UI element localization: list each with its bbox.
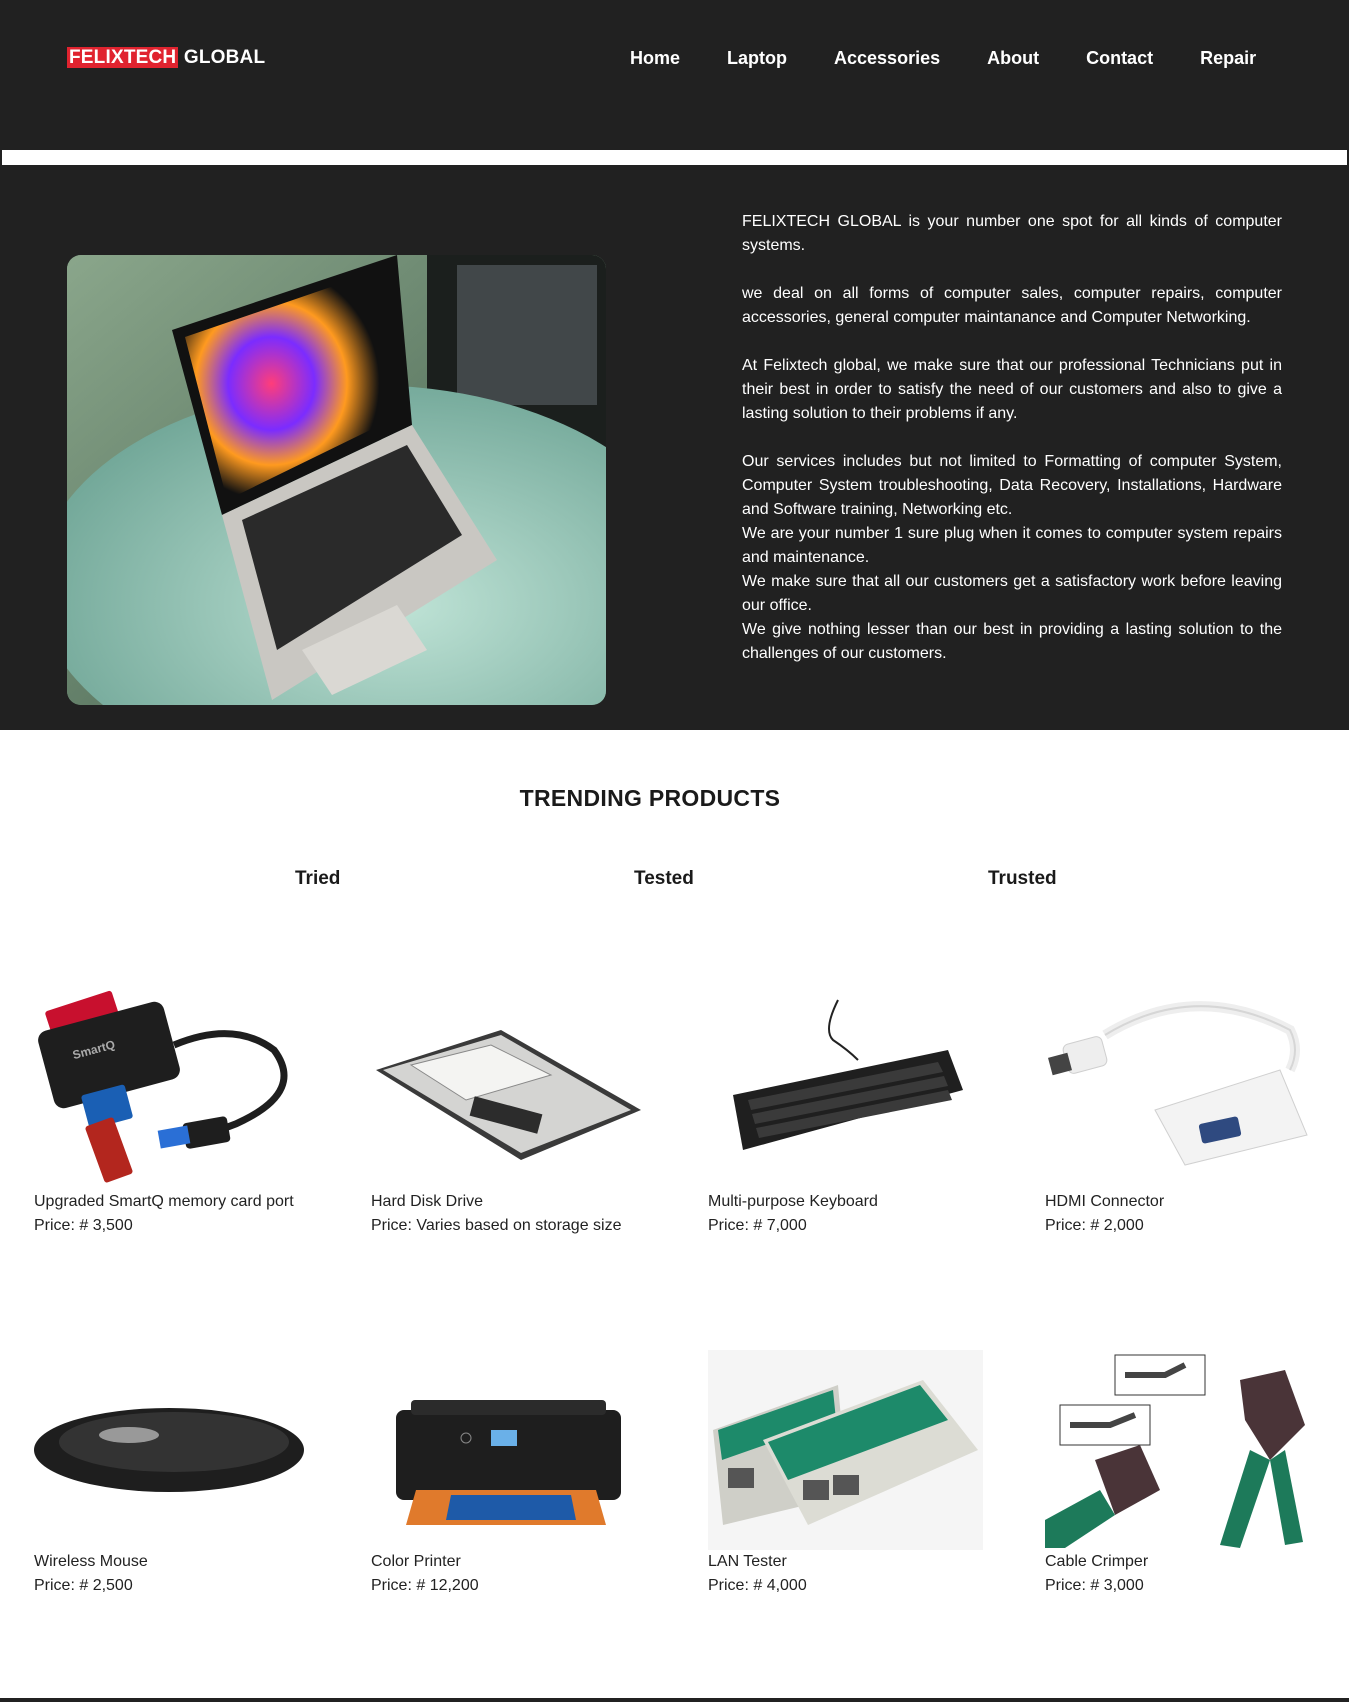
keyboard-icon [708, 990, 983, 1190]
product-card[interactable]: Wireless Mouse Price: # 2,500 [34, 1350, 314, 1598]
about-paragraph: We are your number 1 sure plug when it c… [742, 525, 1282, 566]
product-name: Color Printer [371, 1553, 461, 1570]
product-name: Multi-purpose Keyboard [708, 1193, 878, 1210]
crimper-icon [1045, 1350, 1320, 1550]
product-card[interactable]: LAN Tester Price: # 4,000 [708, 1350, 988, 1598]
product-name: Upgraded SmartQ memory card port [34, 1193, 294, 1210]
mouse-icon [34, 1350, 309, 1550]
tag-trusted: Trusted [988, 868, 1057, 889]
main-nav: Home Laptop Accessories About Contact Re… [630, 48, 1256, 69]
site-header: FELIXTECH GLOBAL Home Laptop Accessories… [0, 0, 1349, 150]
logo-brand: FELIXTECH [67, 47, 179, 68]
header-divider [0, 150, 1349, 165]
product-price: Price: # 3,500 [34, 1217, 133, 1234]
laptop-icon [67, 255, 606, 705]
product-card[interactable]: Multi-purpose Keyboard Price: # 7,000 [708, 990, 988, 1238]
product-card[interactable]: Hard Disk Drive Price: Varies based on s… [371, 990, 651, 1238]
about-paragraph: we deal on all forms of computer sales, … [742, 285, 1282, 326]
product-price: Price: # 12,200 [371, 1577, 479, 1594]
printer-icon [371, 1350, 646, 1550]
lan-tester-icon [708, 1350, 983, 1550]
product-name: HDMI Connector [1045, 1193, 1165, 1210]
nav-laptop[interactable]: Laptop [727, 48, 787, 69]
nav-home[interactable]: Home [630, 48, 680, 69]
nav-about[interactable]: About [987, 48, 1039, 69]
about-paragraph: FELIXTECH GLOBAL is your number one spot… [742, 213, 1282, 254]
product-name: Hard Disk Drive [371, 1193, 484, 1210]
section-title: TRENDING PRODUCTS [519, 785, 781, 811]
about-paragraph: Our services includes but not limited to… [742, 453, 1282, 518]
nav-accessories[interactable]: Accessories [834, 48, 940, 69]
product-card[interactable]: HDMI Connector Price: # 2,000 [1045, 990, 1325, 1238]
product-price: Price: # 2,500 [34, 1577, 133, 1594]
product-card[interactable]: Cable Crimper Price: # 3,000 [1045, 1350, 1325, 1598]
nav-contact[interactable]: Contact [1086, 48, 1153, 69]
nav-repair[interactable]: Repair [1200, 48, 1256, 69]
footer-border [0, 1698, 1349, 1702]
hero-laptop-image [67, 255, 606, 705]
product-price: Price: Varies based on storage size [371, 1217, 622, 1234]
tag-tried: Tried [295, 868, 341, 889]
hdmi-adapter-icon [1045, 990, 1320, 1190]
product-card[interactable]: Color Printer Price: # 12,200 [371, 1350, 651, 1598]
about-paragraph: We make sure that all our customers get … [742, 573, 1282, 614]
tag-tested: Tested [634, 868, 694, 889]
product-name: Cable Crimper [1045, 1553, 1149, 1570]
product-name: LAN Tester [708, 1553, 787, 1570]
about-paragraph: At Felixtech global, we make sure that o… [742, 357, 1282, 422]
product-price: Price: # 4,000 [708, 1577, 807, 1594]
site-logo[interactable]: FELIXTECH GLOBAL [67, 47, 265, 69]
logo-rest: GLOBAL [183, 47, 266, 68]
hard-disk-icon [371, 990, 646, 1190]
product-card[interactable]: SmartQ Upgraded SmartQ memory card port … [34, 990, 314, 1238]
product-name: Wireless Mouse [34, 1553, 148, 1570]
product-price: Price: # 2,000 [1045, 1217, 1144, 1234]
card-reader-icon: SmartQ [34, 990, 309, 1190]
product-price: Price: # 7,000 [708, 1217, 807, 1234]
product-price: Price: # 3,000 [1045, 1577, 1144, 1594]
hero-section: FELIXTECH GLOBAL is your number one spot… [0, 165, 1349, 730]
about-paragraph: We give nothing lesser than our best in … [742, 621, 1282, 662]
about-text: FELIXTECH GLOBAL is your number one spot… [742, 210, 1282, 666]
